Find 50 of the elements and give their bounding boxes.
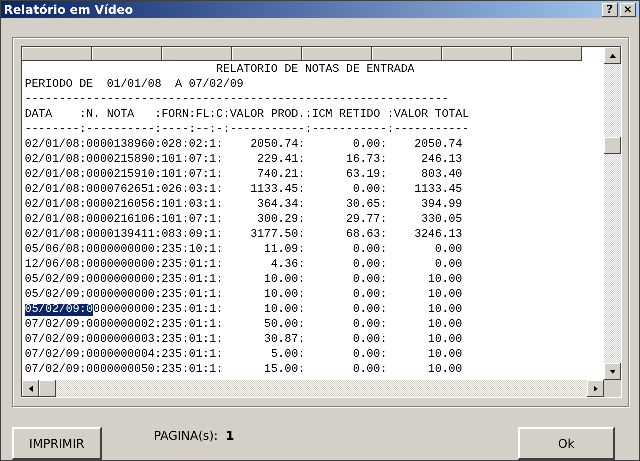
column-header[interactable] <box>372 47 442 61</box>
pages-label: PAGINA(s): <box>154 429 218 443</box>
close-button[interactable]: × <box>620 2 636 16</box>
scroll-right-button[interactable] <box>587 380 604 397</box>
scrollbar-corner <box>604 380 621 397</box>
left-arrow-icon <box>26 384 34 392</box>
down-arrow-icon <box>608 368 616 376</box>
report-line: 07/02/09:0000000003:235:01:1: 30.87: 0.00: 10.00 <box>25 333 464 348</box>
report-line: 02/01/08:0000215890:101:07:1: 229.41: 16.73: 246.13 <box>25 153 464 168</box>
column-header[interactable] <box>302 47 372 61</box>
report-line: DATA :N. NOTA :FORN:FL:C:VALOR PROD.:ICM RETIDO :VALOR TOTAL <box>25 108 470 123</box>
report-line: 05/02/09:0000000000:235:01:1: 10.00: 0.00: 10.00 <box>25 288 464 303</box>
horizontal-scrollbar[interactable] <box>22 380 604 397</box>
ok-button[interactable]: Ok <box>518 427 615 460</box>
scroll-thumb[interactable] <box>604 137 621 154</box>
report-line: 02/01/08:0000215910:101:07:1: 740.21: 63.19: 803.40 <box>25 168 464 183</box>
window-title: Relatório em Vídeo <box>4 2 134 16</box>
report-line: 05/06/08:0000000000:235:10:1: 11.09: 0.00: 0.00 <box>25 243 464 258</box>
column-header[interactable] <box>22 47 92 61</box>
column-header[interactable] <box>442 47 512 61</box>
report-line: 05/02/09:0000000000:235:01:1: 10.00: 0.00: 10.00 <box>25 273 464 288</box>
column-header[interactable] <box>232 47 302 61</box>
report-line: --------:----------:----:--:-:-----------:-----------:----------- <box>25 123 470 138</box>
selected-text: 05/02/09:0 <box>25 304 94 316</box>
pages-value: 1 <box>226 429 236 443</box>
report-line: 02/01/08:0000139411:083:09:1: 3177.50: 68.63: 3246.13 <box>25 228 464 243</box>
report-line: 07/02/09:0000000004:235:01:1: 5.00: 0.00: 10.00 <box>25 348 464 363</box>
report-line: PERIODO DE 01/01/08 A 07/02/09 <box>25 78 245 93</box>
report-line: 02/01/08:0000138960:028:02:1: 2050.74: 0.00: 2050.74 <box>25 138 464 153</box>
print-button[interactable]: IMPRIMIR <box>12 427 102 460</box>
report-line: 07/02/09:0000000002:235:01:1: 50.00: 0.00: 10.00 <box>25 318 464 333</box>
scroll-left-button[interactable] <box>22 380 39 397</box>
right-arrow-icon <box>592 384 600 392</box>
column-header[interactable] <box>512 47 582 61</box>
report-line: 02/01/08:0000216106:101:07:1: 300.29: 29.77: 330.05 <box>25 213 464 228</box>
report-line: 07/02/09:0000000050:235:01:1: 15.00: 0.00: 10.00 <box>25 363 464 378</box>
up-arrow-icon <box>608 52 616 60</box>
help-button[interactable]: ? <box>602 2 618 16</box>
scroll-up-button[interactable] <box>604 47 621 64</box>
column-header[interactable] <box>162 47 232 61</box>
vertical-scrollbar[interactable] <box>604 47 621 380</box>
scroll-thumb[interactable] <box>39 380 56 397</box>
report-line: 02/01/08:0000216056:101:03:1: 364.34: 30.65: 394.99 <box>25 198 464 213</box>
report-line: 12/06/08:0000000000:235:01:1: 4.36: 0.00: 0.00 <box>25 258 464 273</box>
report-line: 05/02/09:0000000000:235:01:1: 10.00: 0.00: 10.00 <box>25 303 464 318</box>
column-header[interactable] <box>92 47 162 61</box>
report-line: 02/01/08:0000762651:026:03:1: 1133.45: 0.00: 1133.45 <box>25 183 464 198</box>
scroll-down-button[interactable] <box>604 363 621 380</box>
report-line: RELATORIO DE NOTAS DE ENTRADA <box>215 63 416 78</box>
report-line: -------------------------------------------------------------- <box>25 93 450 108</box>
